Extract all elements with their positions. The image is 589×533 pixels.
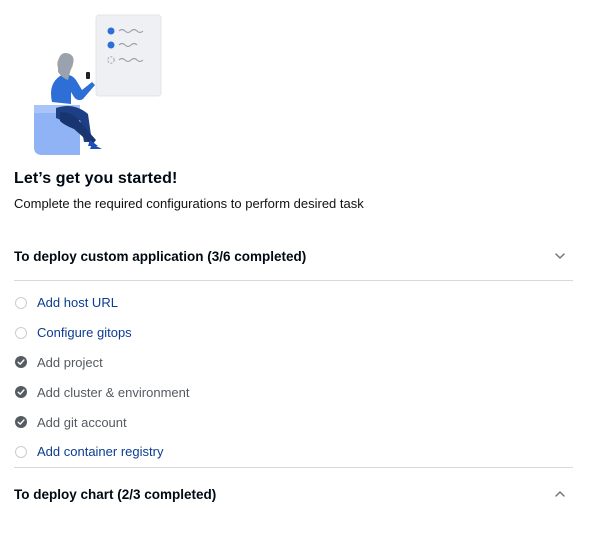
- check-circle-icon: [15, 356, 27, 369]
- page-title: Let’s get you started!: [14, 170, 178, 187]
- task-add-project: Add project: [14, 348, 189, 378]
- section-title: To deploy chart (2/3 completed): [14, 486, 217, 502]
- divider: [14, 280, 573, 281]
- task-add-container-registry[interactable]: Add container registry: [14, 437, 189, 467]
- check-circle-icon: [15, 416, 27, 429]
- divider: [14, 467, 573, 468]
- check-circle-icon: [15, 386, 27, 399]
- task-label: Add git account: [37, 414, 127, 430]
- chevron-down-icon[interactable]: [553, 249, 567, 263]
- section-header-custom-application[interactable]: To deploy custom application (3/6 comple…: [14, 246, 573, 266]
- section-header-chart[interactable]: To deploy chart (2/3 completed): [14, 484, 573, 504]
- empty-circle-icon: [15, 445, 27, 458]
- task-label[interactable]: Configure gitops: [37, 325, 132, 340]
- task-add-host-url[interactable]: Add host URL: [14, 288, 189, 318]
- task-configure-gitops[interactable]: Configure gitops: [14, 318, 189, 348]
- empty-circle-icon: [15, 326, 27, 339]
- section-title: To deploy custom application (3/6 comple…: [14, 248, 307, 264]
- page-subtitle: Complete the required configurations to …: [14, 196, 364, 211]
- onboarding-illustration: [34, 14, 162, 155]
- chevron-up-icon[interactable]: [553, 487, 567, 501]
- task-add-cluster-environment: Add cluster & environment: [14, 377, 189, 407]
- empty-circle-icon: [15, 296, 27, 309]
- task-list: Add host URL Configure gitops Add projec…: [14, 288, 189, 467]
- task-label: Add project: [37, 354, 103, 370]
- task-label[interactable]: Add container registry: [37, 444, 163, 459]
- task-label: Add cluster & environment: [37, 384, 190, 400]
- task-add-git-account: Add git account: [14, 407, 189, 437]
- task-label[interactable]: Add host URL: [37, 295, 118, 310]
